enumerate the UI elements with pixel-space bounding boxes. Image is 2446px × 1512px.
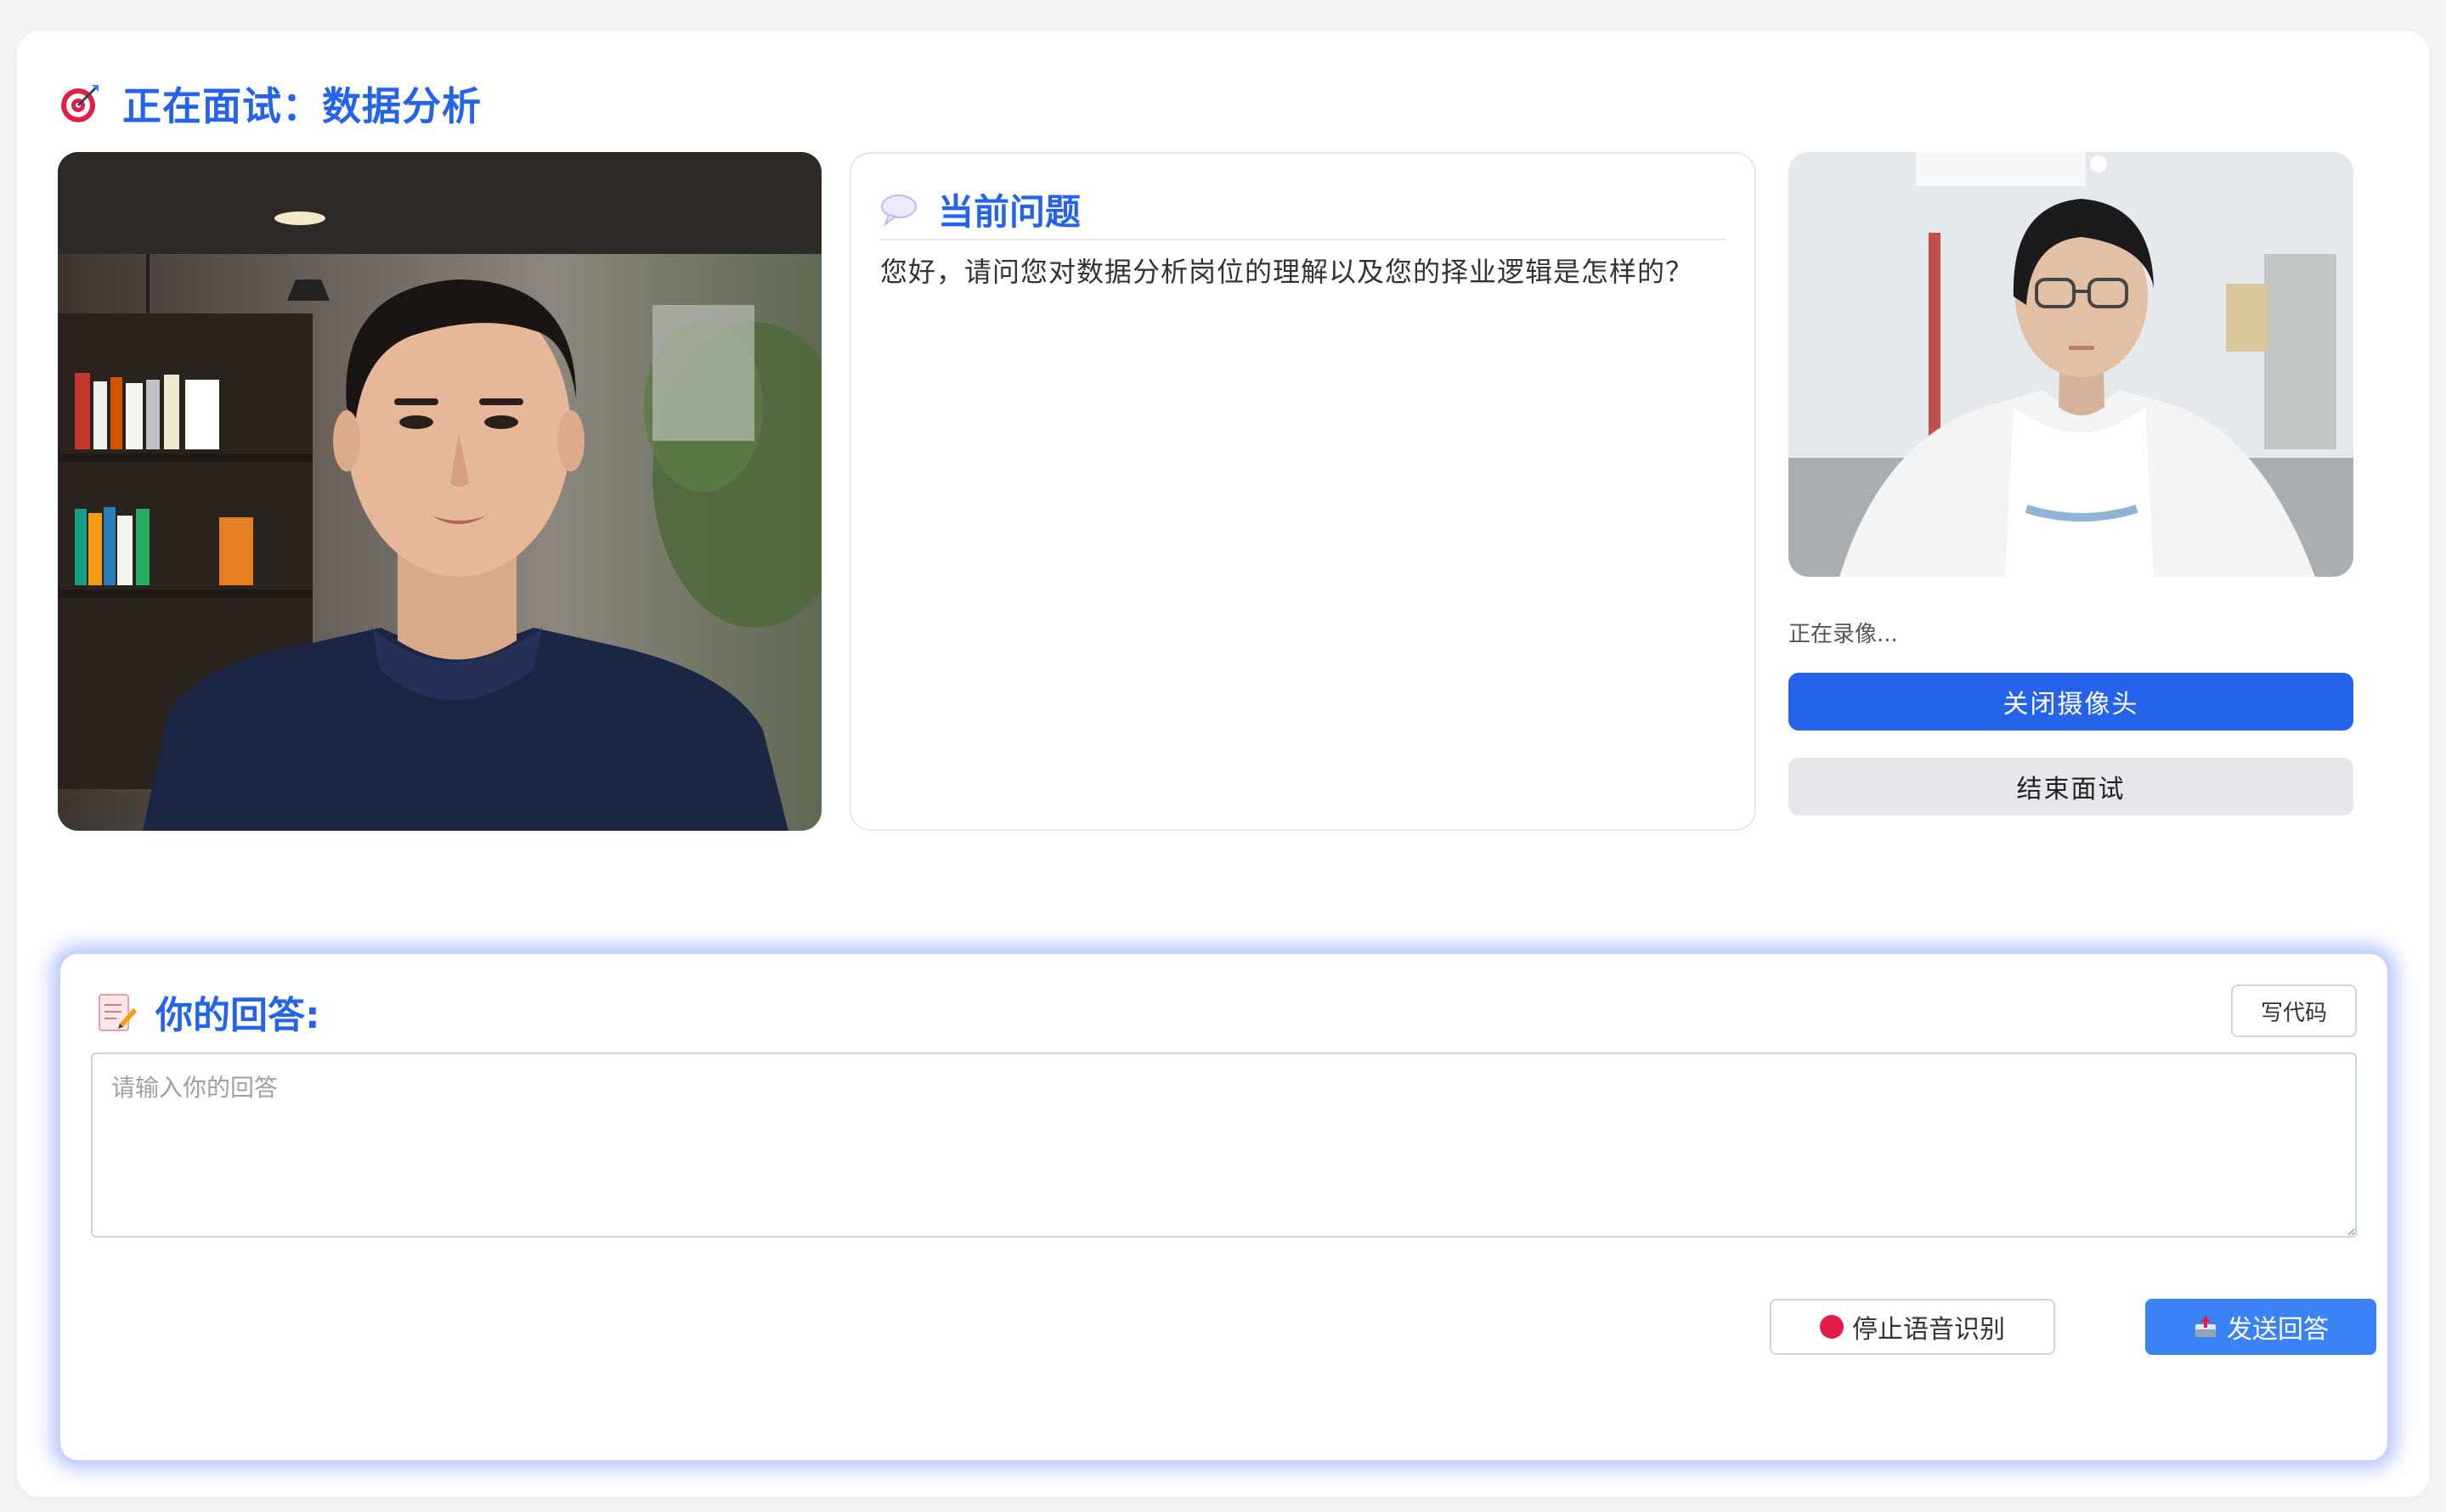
camera-preview — [1788, 152, 2353, 577]
interviewer-video — [58, 152, 822, 831]
page-header: 正在面试：数据分析 — [58, 70, 482, 138]
write-code-button[interactable]: 写代码 — [2231, 984, 2357, 1037]
answer-title: 你的回答: — [155, 994, 320, 1037]
memo-icon — [99, 994, 137, 1031]
answer-panel: 你的回答: 写代码 — [58, 951, 2390, 1463]
answer-header: 你的回答: — [96, 984, 320, 1039]
question-card-header: 当前问题 — [880, 179, 1726, 240]
close-camera-button[interactable]: 关闭摄像头 — [1788, 673, 2353, 731]
send-answer-label: 发送回答 — [2227, 1316, 2329, 1344]
page-title: 正在面试：数据分析 — [122, 83, 482, 129]
speech-bubble-icon — [881, 195, 917, 226]
answer-input[interactable] — [91, 1052, 2357, 1238]
send-answer-button[interactable]: 发送回答 — [2145, 1299, 2376, 1355]
target-icon — [61, 85, 99, 122]
question-title: 当前问题 — [938, 190, 1082, 233]
stop-voice-label: 停止语音识别 — [1852, 1316, 2005, 1344]
interviewer-portrait — [58, 152, 822, 831]
question-text: 您好，请问您对数据分析岗位的理解以及您的择业逻辑是怎样的？ — [880, 256, 1694, 288]
question-card: 当前问题 您好，请问您对数据分析岗位的理解以及您的择业逻辑是怎样的？ — [850, 152, 1756, 831]
candidate-video — [1788, 152, 2353, 577]
stop-voice-recognition-button[interactable]: 停止语音识别 — [1770, 1299, 2055, 1355]
recording-status: 正在录像... — [1788, 622, 1898, 647]
interview-page: 正在面试：数据分析 当前问题 您好，请问您对数据分析岗位的理解以及您的择业逻辑是… — [17, 31, 2429, 1498]
stop-sign-icon — [1820, 1315, 1844, 1339]
end-interview-button[interactable]: 结束面试 — [1788, 758, 2353, 815]
outbox-icon — [2195, 1316, 2216, 1337]
